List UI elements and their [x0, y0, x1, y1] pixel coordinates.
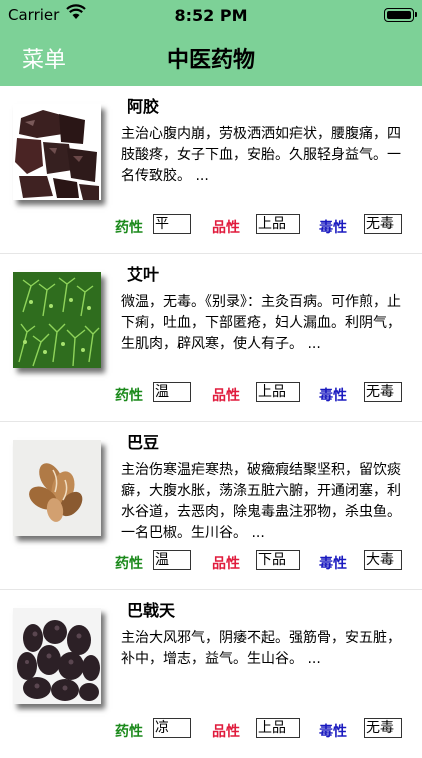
grade-label: 品性 [212, 388, 240, 404]
herb-description: 微温，无毒。《别录》：主灸百病。可作煎，止下痢，吐血，下部匿疮，妇人漏血。利阴气… [121, 294, 401, 352]
herb-description: 主治伤寒温疟寒热，破癥瘕结聚坚积，留饮痰癖，大腹水胀，荡涤五脏六腑，开通闭塞，利… [121, 462, 401, 541]
herb-photo [13, 608, 101, 704]
nature-label: 药性 [115, 556, 143, 572]
status-bar: Carrier 8:52 PM [0, 0, 422, 30]
toxicity-value: 无毒 [364, 214, 402, 234]
grade-value: 上品 [256, 718, 300, 738]
grade-value: 上品 [256, 214, 300, 234]
toxicity-value: 无毒 [364, 382, 402, 402]
toxicity-label: 毒性 [319, 556, 347, 572]
navigation-bar: 菜单 中医药物 [0, 30, 422, 86]
nature-value: 凉 [153, 718, 191, 738]
herb-tags: 药性 温 品性 上品 毒性 无毒 [0, 382, 422, 404]
status-time: 8:52 PM [174, 6, 248, 25]
herb-row[interactable]: 巴戟天 主治大风邪气，阴痿不起。强筋骨，安五脏，补中，增志，益气。生山谷。 ..… [0, 590, 422, 758]
nature-value: 温 [153, 550, 191, 570]
herb-row[interactable]: 艾叶 微温，无毒。《别录》：主灸百病。可作煎，止下痢，吐血，下部匿疮，妇人漏血。… [0, 254, 422, 422]
grade-value: 下品 [256, 550, 300, 570]
nature-label: 药性 [115, 220, 143, 236]
toxicity-value: 无毒 [364, 718, 402, 738]
herb-tags: 药性 凉 品性 上品 毒性 无毒 [0, 718, 422, 740]
herb-list[interactable]: 阿胶 主治心腹内崩，劳极洒洒如疟状，腰腹痛，四肢酸疼，女子下血，安胎。久服轻身益… [0, 86, 422, 758]
grade-label: 品性 [212, 556, 240, 572]
toxicity-value: 大毒 [364, 550, 402, 570]
toxicity-label: 毒性 [319, 220, 347, 236]
herb-photo [13, 104, 101, 200]
herb-name: 阿胶 [127, 97, 160, 116]
herb-tags: 药性 温 品性 下品 毒性 大毒 [0, 550, 422, 572]
herb-row[interactable]: 巴豆 主治伤寒温疟寒热，破癥瘕结聚坚积，留饮痰癖，大腹水胀，荡涤五脏六腑，开通闭… [0, 422, 422, 590]
herb-row[interactable]: 阿胶 主治心腹内崩，劳极洒洒如疟状，腰腹痛，四肢酸疼，女子下血，安胎。久服轻身益… [0, 86, 422, 254]
nature-label: 药性 [115, 724, 143, 740]
battery-icon [384, 8, 417, 22]
nature-value: 平 [153, 214, 191, 234]
herb-name: 巴戟天 [127, 601, 176, 620]
herb-description: 主治大风邪气，阴痿不起。强筋骨，安五脏，补中，增志，益气。生山谷。 ... [121, 630, 401, 667]
herb-name: 巴豆 [127, 433, 160, 452]
nature-value: 温 [153, 382, 191, 402]
herb-photo [13, 440, 101, 536]
grade-value: 上品 [256, 382, 300, 402]
toxicity-label: 毒性 [319, 724, 347, 740]
nature-label: 药性 [115, 388, 143, 404]
page-title: 中医药物 [166, 48, 255, 73]
herb-tags: 药性 平 品性 上品 毒性 无毒 [0, 214, 422, 236]
grade-label: 品性 [212, 724, 240, 740]
herb-name: 艾叶 [127, 265, 160, 284]
herb-description: 主治心腹内崩，劳极洒洒如疟状，腰腹痛，四肢酸疼，女子下血，安胎。久服轻身益气。一… [121, 126, 401, 184]
herb-photo [13, 272, 101, 368]
grade-label: 品性 [212, 220, 240, 236]
toxicity-label: 毒性 [319, 388, 347, 404]
